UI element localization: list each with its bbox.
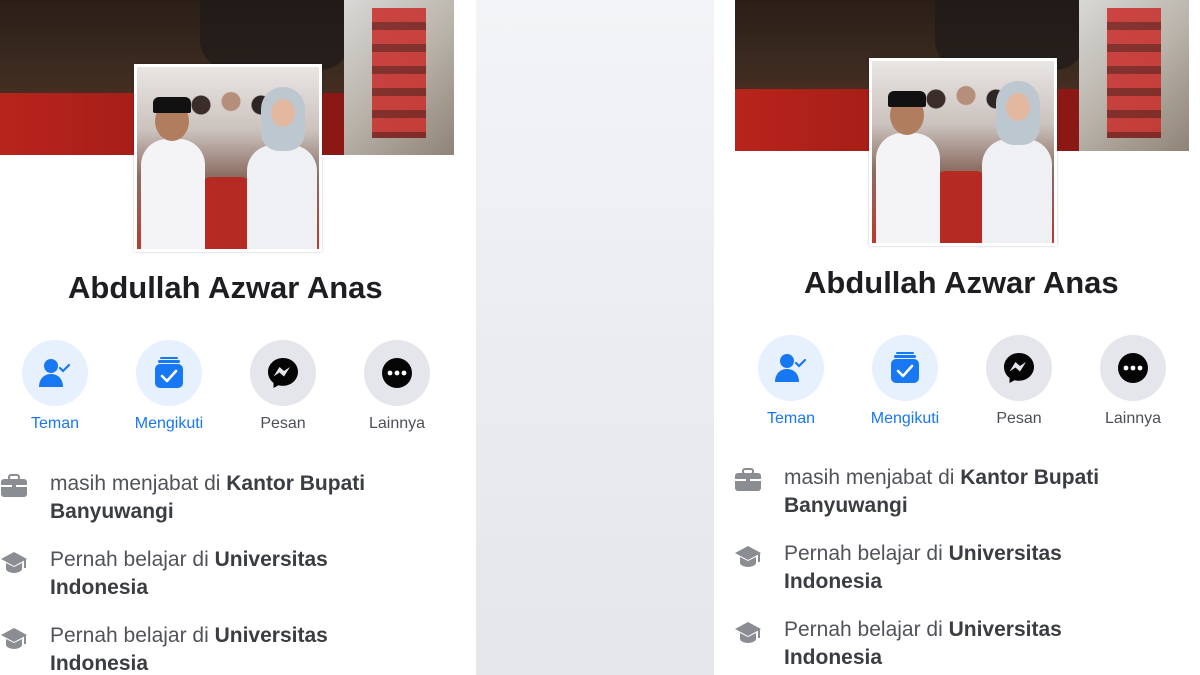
education-info: Pernah belajar di Universitas Indonesia: [734, 616, 1184, 672]
friend-check-icon: [39, 359, 71, 387]
workplace-link-2[interactable]: Banyuwangi: [50, 500, 174, 523]
profile-screenshot-right: Abdullah Azwar Anas Teman Mengikuti Pesa…: [714, 0, 1200, 675]
profile-screenshot-left: Abdullah Azwar Anas Teman Mengikuti Pesa…: [0, 0, 476, 675]
graduation-cap-icon: [1, 628, 27, 649]
school-link-1[interactable]: Universitas: [215, 548, 328, 571]
briefcase-icon: [735, 468, 761, 491]
following-check-icon: [155, 357, 183, 388]
work-prefix: masih menjabat di: [50, 472, 227, 495]
briefcase-icon: [1, 474, 27, 497]
following-button[interactable]: Mengikuti: [135, 340, 250, 433]
workplace-link-1[interactable]: Kantor Bupati: [226, 472, 365, 495]
graduation-cap-icon: [735, 622, 761, 643]
profile-picture[interactable]: [869, 58, 1057, 246]
more-button[interactable]: Lainnya: [364, 340, 476, 433]
education-prefix: Pernah belajar di: [50, 624, 215, 647]
following-button[interactable]: Mengikuti: [871, 335, 986, 428]
work-info: masih menjabat di Kantor Bupati Banyuwang…: [734, 464, 1184, 520]
graduation-cap-icon: [1, 552, 27, 573]
work-prefix: masih menjabat di: [784, 466, 961, 489]
following-label: Mengikuti: [134, 415, 204, 432]
school-link-1[interactable]: Universitas: [949, 542, 1062, 565]
following-check-icon: [891, 352, 919, 383]
profile-picture[interactable]: [134, 64, 322, 252]
message-label: Pesan: [260, 415, 306, 432]
workplace-link-2[interactable]: Banyuwangi: [784, 494, 908, 517]
school-link-2[interactable]: Indonesia: [50, 576, 148, 599]
message-button[interactable]: Pesan: [986, 335, 1100, 428]
more-button[interactable]: Lainnya: [1100, 335, 1200, 428]
profile-actions: Teman Mengikuti Pesan Lainnya: [758, 335, 1200, 428]
education-prefix: Pernah belajar di: [50, 548, 215, 571]
school-link-2[interactable]: Indonesia: [50, 652, 148, 675]
following-label: Mengikuti: [870, 410, 940, 427]
more-label: Lainnya: [368, 415, 426, 432]
message-label: Pesan: [996, 410, 1042, 427]
school-link-1[interactable]: Universitas: [949, 618, 1062, 641]
education-info: Pernah belajar di Universitas Indonesia: [734, 540, 1184, 596]
work-info: masih menjabat di Kantor Bupati Banyuwang…: [0, 470, 450, 526]
profile-intro: masih menjabat di Kantor Bupati Banyuwang…: [734, 464, 1184, 675]
education-info: Pernah belajar di Universitas Indonesia: [0, 622, 450, 675]
education-prefix: Pernah belajar di: [784, 542, 949, 565]
more-dots-icon: [382, 358, 412, 388]
graduation-cap-icon: [735, 546, 761, 567]
profile-actions: Teman Mengikuti Pesan Lainnya: [22, 340, 476, 433]
profile-name: Abdullah Azwar Anas: [68, 270, 383, 305]
friends-button[interactable]: Teman: [758, 335, 872, 428]
workplace-link-1[interactable]: Kantor Bupati: [960, 466, 1099, 489]
profile-intro: masih menjabat di Kantor Bupati Banyuwang…: [0, 470, 450, 675]
friends-label: Teman: [766, 410, 816, 427]
school-link-2[interactable]: Indonesia: [784, 570, 882, 593]
friends-button[interactable]: Teman: [22, 340, 136, 433]
friend-check-icon: [775, 354, 807, 382]
school-link-1[interactable]: Universitas: [215, 624, 328, 647]
center-divider-background: [476, 0, 714, 675]
more-label: Lainnya: [1104, 410, 1162, 427]
friends-label: Teman: [30, 415, 80, 432]
messenger-icon: [268, 358, 298, 388]
message-button[interactable]: Pesan: [250, 340, 364, 433]
education-info: Pernah belajar di Universitas Indonesia: [0, 546, 450, 602]
school-link-2[interactable]: Indonesia: [784, 646, 882, 669]
profile-name: Abdullah Azwar Anas: [804, 265, 1119, 300]
more-dots-icon: [1118, 353, 1148, 383]
messenger-icon: [1004, 353, 1034, 383]
education-prefix: Pernah belajar di: [784, 618, 949, 641]
